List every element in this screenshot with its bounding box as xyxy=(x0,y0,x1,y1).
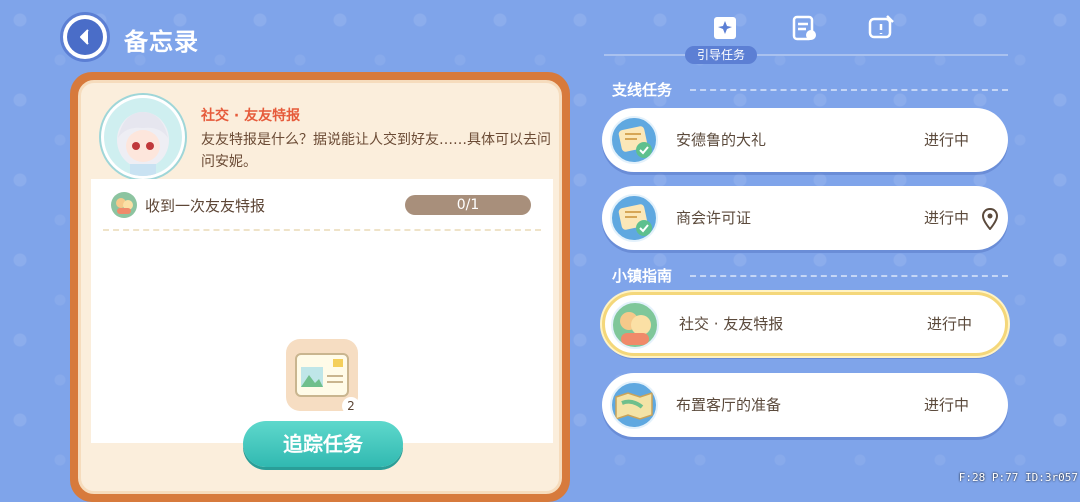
quest-name: 商会许可证 xyxy=(676,209,752,227)
quest-card-andrew-gift[interactable]: 安德鲁的大礼 进行中 xyxy=(602,108,1008,172)
quest-name: 社交 · 友友特报 xyxy=(679,315,784,333)
quest-card-living-room-prep[interactable]: 布置客厅的准备 进行中 xyxy=(602,373,1008,437)
quest-detail-inner: 社交 · 友友特报 友友特报是什么？据说能让人交到好友……具体可以去问问安妮。 … xyxy=(78,80,562,494)
map-icon xyxy=(610,381,658,429)
objective-row: 收到一次友友特报 0/1 xyxy=(111,189,531,221)
scroll-check-icon xyxy=(610,116,658,164)
quest-card-chamber-permit[interactable]: 商会许可证 进行中 xyxy=(602,186,1008,250)
scroll-check-icon xyxy=(610,194,658,242)
quest-name: 社交 · 友友特报 xyxy=(201,108,301,124)
quest-status: 进行中 xyxy=(924,209,970,227)
quest-name: 布置客厅的准备 xyxy=(676,396,782,414)
quest-name: 安德鲁的大礼 xyxy=(676,131,767,149)
back-button[interactable] xyxy=(60,12,110,62)
section-divider xyxy=(690,275,1008,277)
section-title-side-quests: 支线任务 xyxy=(612,81,673,99)
location-pin-icon[interactable] xyxy=(981,207,999,234)
divider xyxy=(103,229,541,231)
objective-label: 收到一次友友特报 xyxy=(145,196,266,215)
objective-area: 收到一次友友特报 0/1 2 xyxy=(91,179,553,443)
tab-underline xyxy=(604,54,1008,56)
objective-progress: 0/1 xyxy=(405,195,531,215)
task-list-icon[interactable] xyxy=(790,14,818,42)
reward-count: 2 xyxy=(342,397,360,415)
debug-overlay: F:28 P:77 ID:3r057 xyxy=(958,471,1078,484)
quest-status: 进行中 xyxy=(924,131,970,149)
back-arrow-icon xyxy=(67,19,103,55)
quest-status: 进行中 xyxy=(924,396,970,414)
quest-status: 进行中 xyxy=(927,315,973,333)
section-title-town-guide: 小镇指南 xyxy=(612,267,673,285)
quest-description: 友友特报是什么？据说能让人交到好友……具体可以去问问安妮。 xyxy=(201,132,551,170)
track-quest-button[interactable]: 追踪任务 xyxy=(243,421,403,467)
reward-item[interactable]: 2 xyxy=(286,339,360,415)
note-icon[interactable] xyxy=(867,14,895,42)
quest-detail-panel: 社交 · 友友特报 友友特报是什么？据说能让人交到好友……具体可以去问问安妮。 … xyxy=(70,72,570,502)
friends-icon xyxy=(611,301,659,349)
section-divider xyxy=(690,89,1008,91)
quest-card-social-friend-news[interactable]: 社交 · 友友特报 进行中 xyxy=(602,292,1008,356)
friends-icon xyxy=(111,192,137,218)
npc-avatar xyxy=(101,95,185,179)
tab-guide-tasks[interactable]: 引导任务 xyxy=(685,46,758,64)
page-title: 备忘录 xyxy=(124,28,199,56)
guide-book-icon[interactable] xyxy=(711,14,739,42)
postcard-icon xyxy=(295,353,349,397)
